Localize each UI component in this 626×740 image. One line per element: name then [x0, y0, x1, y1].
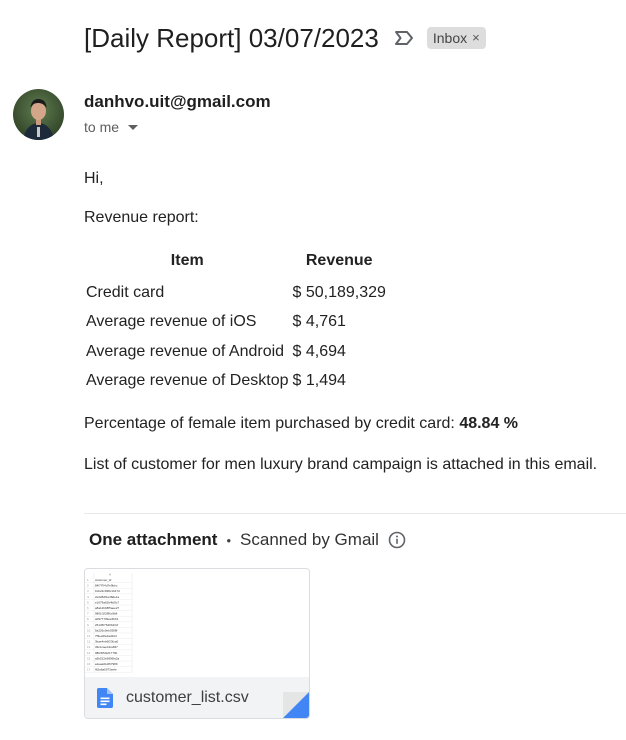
greeting: Hi, [84, 170, 104, 187]
preview-cell: f62a6a0073eefe [95, 668, 117, 672]
preview-cell: edeaa01df67989 [95, 662, 118, 666]
inbox-label-text: Inbox [432, 29, 468, 46]
attachment-divider [84, 513, 626, 514]
item-cell: Average revenue of Android [86, 342, 285, 360]
preview-row-number: 2 [87, 584, 89, 588]
preview-cell: 9801f1f2f86c9b8 [95, 612, 118, 616]
preview-row-number: 17 [87, 668, 91, 672]
preview-cell: 5a226c0eb0388f [95, 628, 118, 632]
preview-row-number: 4 [87, 595, 89, 599]
file-type-corner-icon [283, 692, 309, 718]
preview-row-number: 5 [87, 600, 89, 604]
info-icon[interactable] [388, 531, 406, 549]
attachment-preview: A 1 customer_id 2 84f7f7f4d7e9bbc 3 1bb22c938c… [85, 569, 309, 676]
preview-row-number: 11 [87, 634, 90, 638]
preview-cell: a8a12bb8f5aee27 [95, 606, 120, 610]
label-remove-icon[interactable]: × [472, 30, 480, 45]
revenue-table: Item Revenue Credit card $ 50,189,329 Av… [84, 248, 388, 396]
preview-row-number: 13 [87, 645, 91, 649]
preview-cell: 08fc6f53ef1779b [95, 651, 118, 655]
preview-row-number: 7 [87, 612, 89, 616]
preview-cell: 26136f7646b23cf [95, 623, 118, 627]
percentage-line: Percentage of female item purchased by c… [84, 415, 518, 433]
inbox-label-chip[interactable]: Inbox × [426, 27, 486, 49]
preview-cell: 39c1cae24ca837 [95, 645, 118, 649]
sender-avatar[interactable] [13, 89, 64, 140]
percentage-label: Percentage of female item purchased by c… [84, 415, 460, 432]
preview-row-number: 15 [87, 656, 91, 660]
subject-row: [Daily Report] 03/07/2023 Inbox × [84, 18, 486, 58]
preview-row-number: 16 [87, 662, 91, 666]
revenue-cell: $ 4,761 [292, 313, 346, 331]
revenue-cell: $ 4,694 [292, 342, 346, 360]
preview-cell: 84f7f7f4d7e9bbc [95, 584, 118, 588]
email-subject: [Daily Report] 03/07/2023 [84, 22, 379, 53]
scanned-by-gmail: Scanned by Gmail [240, 530, 379, 549]
chevron-down-icon [128, 125, 139, 130]
attachment-footer: customer_list.csv [85, 677, 309, 718]
google-sheets-file-icon [97, 687, 113, 708]
preview-cell: customer_id [95, 578, 112, 582]
important-marker-icon[interactable] [393, 29, 415, 47]
revenue-cell: $ 50,189,329 [292, 283, 386, 301]
percentage-value: 48.84 % [459, 415, 519, 432]
revenue-cell: $ 1,494 [292, 372, 346, 390]
report-intro: Revenue report: [84, 209, 199, 226]
preview-cell: 3bae4eb6f23fca0 [95, 640, 119, 644]
preview-cell: 7f9ee6fe2ad4dd [95, 634, 117, 638]
preview-cell: 2e028df1e38de1a [95, 595, 120, 599]
column-header-revenue: Revenue [305, 252, 373, 269]
preview-row-number: 3 [87, 589, 89, 593]
preview-cell: 1bb22c938c1b27d [95, 589, 120, 593]
preview-row-number: 1 [87, 578, 89, 582]
closing-line: List of customer for men luxury brand ca… [84, 456, 598, 473]
attachment-card[interactable]: A 1 customer_id 2 84f7f7f4d7e9bbc 3 1bb22c938c… [84, 568, 310, 719]
attachment-file-name: customer_list.csv [126, 688, 249, 706]
preview-column-label: A [109, 573, 111, 577]
table-row: Credit card $ 50,189,329 [84, 278, 388, 308]
column-header-item: Item [170, 252, 204, 269]
preview-cell: a5b522e5896fa2a [95, 656, 120, 660]
item-cell: Average revenue of Desktop [86, 372, 289, 390]
table-row: Average revenue of Desktop $ 1,494 [84, 367, 388, 397]
spreadsheet-preview-image: A 1 customer_id 2 84f7f7f4d7e9bbc 3 1bb22c938c… [85, 573, 133, 673]
preview-row-number: 9 [87, 623, 89, 627]
item-cell: Average revenue of iOS [86, 313, 257, 331]
preview-row-number: 6 [87, 606, 89, 610]
preview-row-number: 12 [87, 640, 91, 644]
separator-dot: • [226, 532, 232, 548]
attachments-header: One attachment • Scanned by Gmail [89, 530, 406, 550]
preview-row-number: 8 [87, 617, 89, 621]
preview-cell: e1679a62b4b0fc7 [95, 600, 119, 604]
sender-email: danhvo.uit@gmail.com [84, 92, 271, 111]
item-cell: Credit card [86, 283, 165, 301]
table-row: Average revenue of iOS $ 4,761 [84, 308, 388, 338]
attachment-count: One attachment [89, 530, 218, 549]
recipient-toggle[interactable]: to me [84, 119, 139, 135]
preview-cell: a0977709ee5b61 [95, 617, 119, 621]
preview-row-number: 14 [87, 651, 91, 655]
table-row: Average revenue of Android $ 4,694 [84, 337, 388, 367]
table-header-row: Item Revenue [84, 248, 388, 278]
recipient-label: to me [84, 119, 120, 135]
preview-row-number: 10 [87, 628, 91, 632]
